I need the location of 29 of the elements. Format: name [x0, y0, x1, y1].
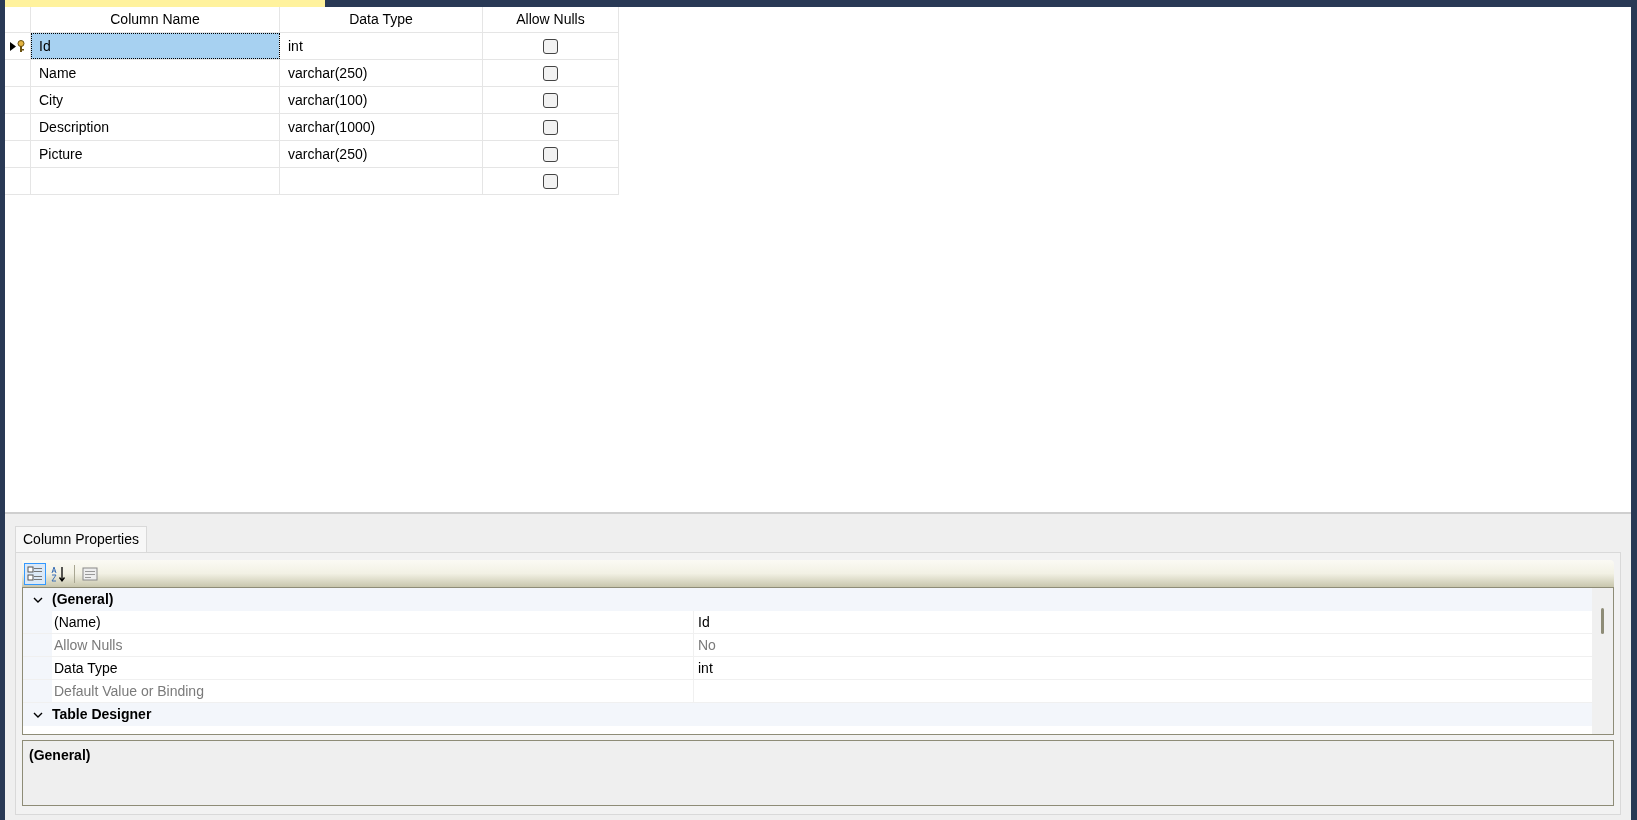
property-name[interactable]: Data Type	[52, 657, 694, 679]
table-cell[interactable]: int	[280, 33, 483, 59]
scrollbar-thumb[interactable]	[1601, 608, 1604, 634]
column-header: Allow Nulls	[483, 7, 619, 32]
table-cell[interactable]: varchar(250)	[280, 141, 483, 167]
table-cell[interactable]: Picture	[31, 141, 280, 167]
checkbox[interactable]	[543, 173, 558, 189]
table-cell[interactable]: Id	[31, 33, 280, 59]
category-label: (General)	[52, 590, 114, 609]
properties-tab[interactable]: Column Properties	[15, 526, 147, 552]
property-value[interactable]: int	[694, 657, 1592, 679]
column-header: Column Name	[31, 7, 280, 32]
table-cell[interactable]: City	[31, 87, 280, 113]
checkbox[interactable]	[543, 38, 558, 54]
table-cell[interactable]: varchar(100)	[280, 87, 483, 113]
description-title: (General)	[29, 746, 92, 765]
table-cell[interactable]: varchar(250)	[280, 60, 483, 86]
categorized-icon[interactable]	[24, 562, 46, 585]
table-cell[interactable]: varchar(1000)	[280, 114, 483, 140]
property-value[interactable]: Id	[694, 611, 1592, 633]
category-label: Table Designer	[52, 705, 152, 724]
checkbox[interactable]	[543, 146, 558, 162]
table-cell[interactable]: Name	[31, 60, 280, 86]
table-cell[interactable]: Description	[31, 114, 280, 140]
checkbox[interactable]	[543, 92, 558, 108]
property-name[interactable]: (Name)	[52, 611, 694, 633]
checkbox[interactable]	[543, 119, 558, 135]
checkbox[interactable]	[543, 65, 558, 81]
column-header: Data Type	[280, 7, 483, 32]
